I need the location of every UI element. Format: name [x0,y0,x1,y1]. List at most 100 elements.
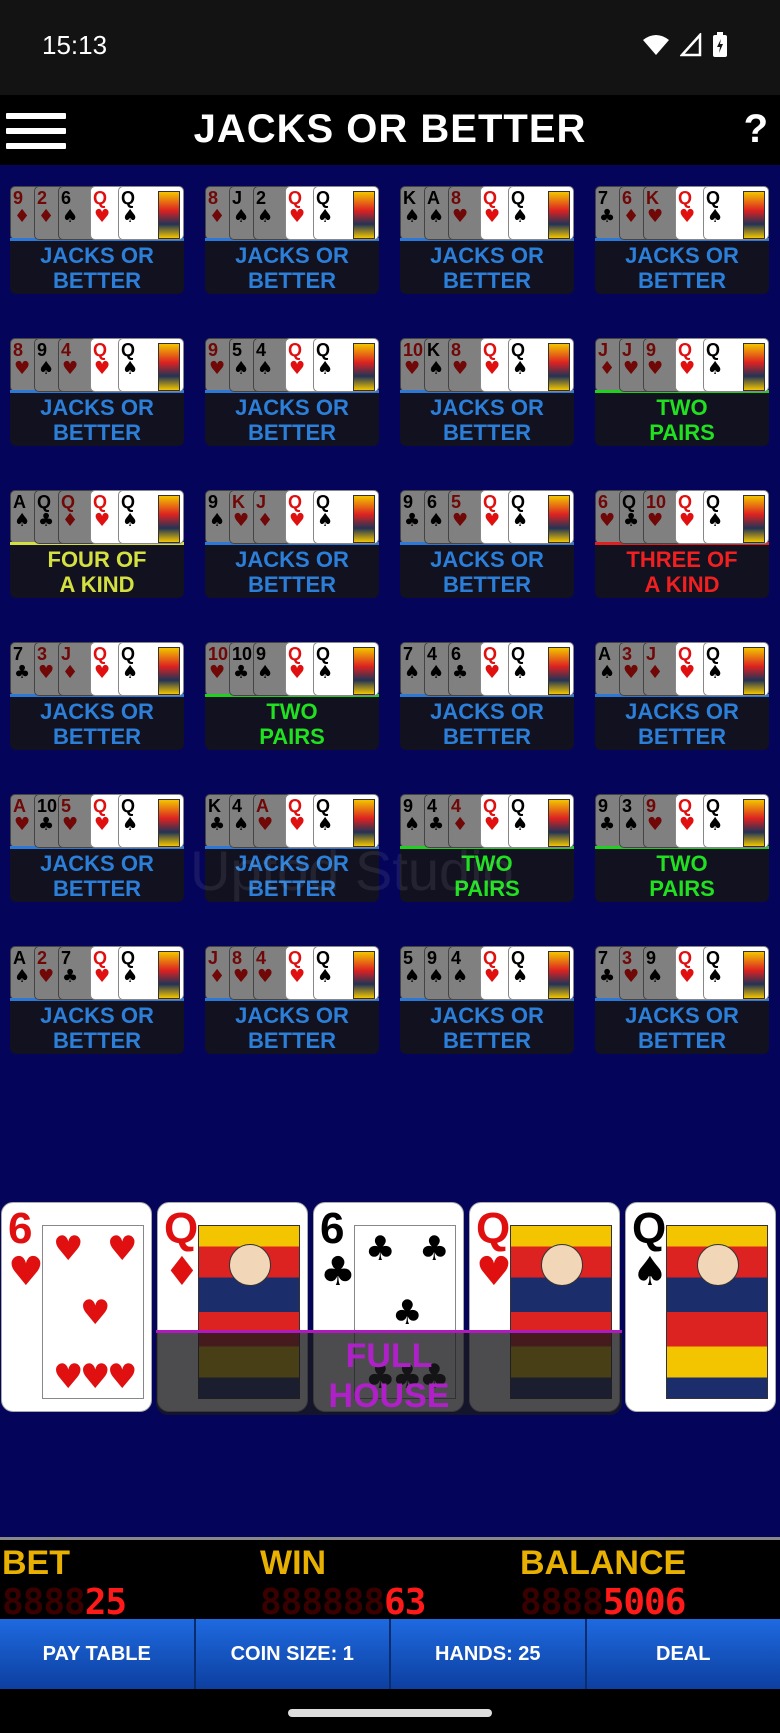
mini-card: Q ♠ [118,490,184,544]
card-suit: ♣ [623,510,640,531]
queen-face-art [353,647,375,695]
card-suit: ♥ [209,662,226,683]
queen-face-art [548,647,570,695]
mini-card-row: K ♠ A ♠ 8 ♥ Q ♥ Q ♠ [400,186,574,240]
mini-hand: 7 ♣ 3 ♥ 9 ♠ Q ♥ Q ♠ JACKS OR BETTER [595,946,769,1054]
hand-result-label: FOUR OF A KIND [10,542,184,598]
card-suit: ♦ [623,206,640,227]
card-suit: ♥ [452,510,469,531]
card-suit: ♥ [484,510,501,531]
card-suit: ♠ [707,510,724,531]
mini-card-row: 9 ♠ K ♥ J ♦ Q ♥ Q ♠ [205,490,379,544]
card-rank: 9 [403,492,414,512]
card-suit: ♠ [404,662,421,683]
card-suit: ♠ [428,510,445,531]
mini-card: Q ♠ [508,794,574,848]
mini-card: Q ♠ [313,946,379,1000]
card-suit: ♠ [233,358,250,379]
mini-card-row: 10 ♥ K ♠ 8 ♥ Q ♥ Q ♠ [400,338,574,392]
hand-result-line: PAIRS [649,420,715,445]
card-suit: ♣ [62,966,79,987]
main-card[interactable]: Q ♠ [625,1202,776,1412]
card-suit: ♥ [14,814,31,835]
card-suit: ♣ [452,662,469,683]
hand-result-line: JACKS OR [235,243,349,268]
hand-result-label: JACKS OR BETTER [205,542,379,598]
card-suit: ♥ [233,510,250,531]
hand-result-label: JACKS OR BETTER [10,390,184,446]
deal-button[interactable]: DEAL [587,1619,780,1689]
mini-card-row: 7 ♣ 6 ♦ K ♥ Q ♥ Q ♠ [595,186,769,240]
home-gesture-handle[interactable] [288,1709,492,1717]
help-icon[interactable]: ? [744,107,768,152]
mini-card-row: A ♠ Q ♣ Q ♦ Q ♥ Q ♠ [10,490,184,544]
hand-result-line: BETTER [443,1028,531,1053]
card-suit: ♠ [122,814,139,835]
win-label: WIN [260,1544,327,1582]
hand-result-label: TWO PAIRS [595,390,769,446]
card-rank: 4 [256,340,267,360]
card-suit: ♥ [8,1249,44,1295]
battery-icon [713,32,727,57]
card-rank: 7 [403,644,414,664]
hand-result-line: BETTER [53,876,141,901]
card-suit: ♠ [428,662,445,683]
card-rank: Q [706,796,721,816]
queen-face-art [353,191,375,239]
mini-card: Q ♠ [703,642,769,696]
card-suit: ♦ [164,1249,200,1295]
card-rank: Q [678,644,693,664]
card-rank: 9 [208,340,219,360]
mini-card-row: 7 ♠ 4 ♠ 6 ♣ Q ♥ Q ♠ [400,642,574,696]
card-suit: ♥ [94,966,111,987]
mini-card-row: A ♠ 3 ♥ J ♦ Q ♥ Q ♠ [595,642,769,696]
card-suit: ♥ [679,662,696,683]
hand-result-line: BETTER [53,1028,141,1053]
hand-result-line: JACKS OR [40,243,154,268]
card-suit: ♥ [257,966,274,987]
pip: ♣ [392,1293,423,1333]
card-rank: Q [93,188,108,208]
hand-result-line: TWO [656,395,708,420]
card-rank: Q [678,948,693,968]
card-rank: Q [316,492,331,512]
card-suit: ♠ [122,510,139,531]
queen-face-art [548,191,570,239]
card-rank: 4 [427,796,438,816]
card-rank: J [598,340,609,360]
card-rank: 8 [208,188,219,208]
card-suit: ♠ [707,966,724,987]
card-suit: ♥ [38,966,55,987]
hand-result-label: JACKS OR BETTER [400,390,574,446]
pip: ♣ [365,1229,396,1269]
mini-card: Q ♠ [508,338,574,392]
card-suit: ♠ [512,510,529,531]
mini-card: Q ♠ [703,186,769,240]
card-suit: ♥ [623,662,640,683]
card-suit: ♥ [484,966,501,987]
card-suit: ♠ [707,662,724,683]
card-rank: Q [511,644,526,664]
main-card[interactable]: ♥ ♥ ♥ ♥ ♥ ♥ 6 ♥ [1,1202,152,1412]
hand-result-label: JACKS OR BETTER [10,998,184,1054]
card-suit: ♥ [404,358,421,379]
card-suit: ♠ [14,510,31,531]
card-suit: ♠ [209,510,226,531]
mini-hand: 9 ♣ 3 ♠ 9 ♥ Q ♥ Q ♠ TWO PAIRS [595,794,769,902]
card-rank: Q [678,340,693,360]
card-suit: ♠ [404,206,421,227]
coin-size-button[interactable]: COIN SIZE: 1 [196,1619,391,1689]
card-suit: ♥ [94,358,111,379]
card-suit: ♠ [317,966,334,987]
queen-face-art [158,951,180,999]
card-suit: ♥ [62,358,79,379]
card-rank: Q [706,492,721,512]
hand-result-line: TWO [656,851,708,876]
queen-face-art [158,647,180,695]
card-suit: ♠ [404,966,421,987]
card-suit: ♠ [38,358,55,379]
card-rank: Q [511,492,526,512]
pay-table-button[interactable]: PAY TABLE [0,1619,196,1689]
hands-button[interactable]: HANDS: 25 [391,1619,587,1689]
queen-face-art [353,343,375,391]
